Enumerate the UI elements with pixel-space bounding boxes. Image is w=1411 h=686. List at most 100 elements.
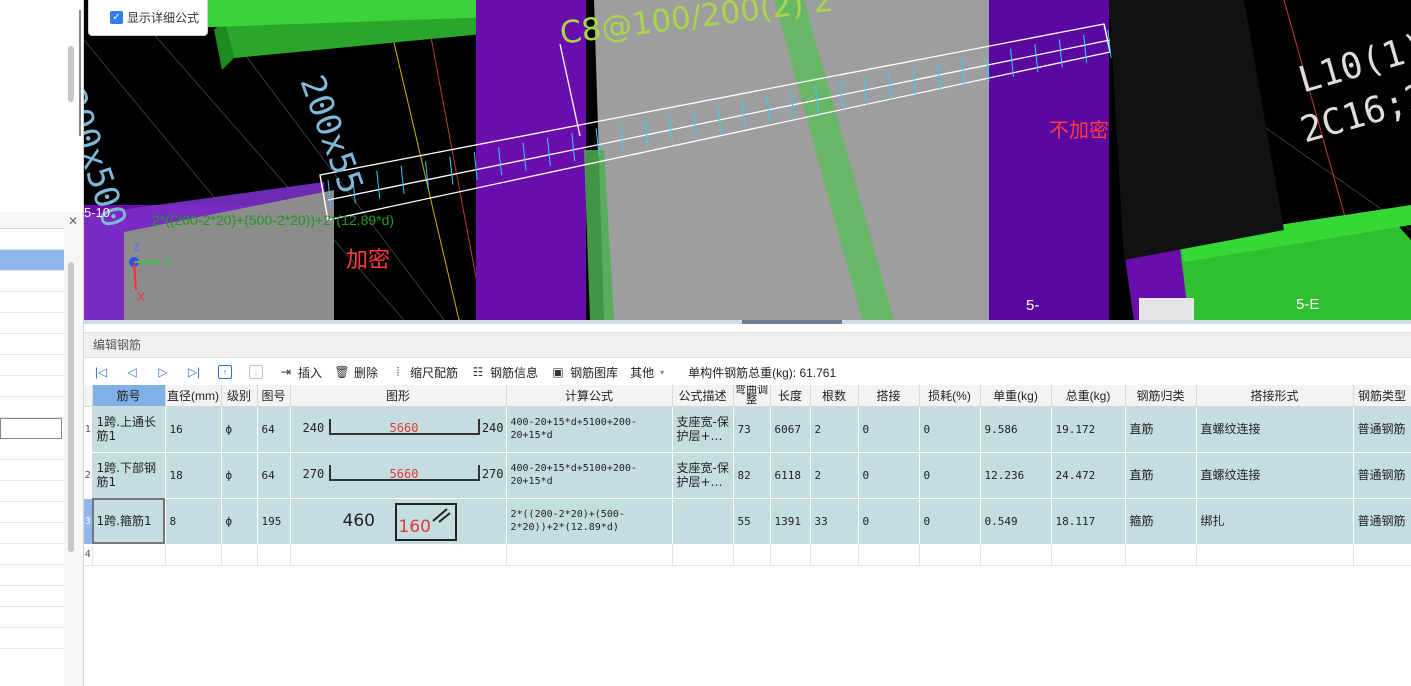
cell-lap-type[interactable]: 绑扎 [1196,498,1354,545]
other-menu-button[interactable]: 其他 ▾ [630,364,674,381]
col-header[interactable]: 公式描述 [672,385,734,407]
cell-lap[interactable]: 0 [858,406,920,453]
cell-formula[interactable]: 400-20+15*d+5100+200-20+15*d [506,452,673,499]
cell-name[interactable]: 1跨.下部钢筋1 [92,452,166,499]
delete-button[interactable]: 🗑 删除 [334,364,378,381]
table-row[interactable]: 2 1跨.下部钢筋1 18 ф 64 270 5660 270 400-20+1… [84,452,1411,499]
table-row-empty[interactable]: 4 [84,544,1411,566]
col-header[interactable]: 图形 [290,385,507,407]
col-header[interactable]: 直径(mm) [165,385,222,407]
cell-lap[interactable]: 0 [858,452,920,499]
move-up-icon[interactable]: ↑ [216,363,234,381]
cell-diameter[interactable]: 8 [165,498,222,545]
cell-total-weight[interactable]: 18.117 [1051,498,1126,545]
cell-category[interactable]: 直筋 [1125,406,1197,453]
cell-figure-no[interactable]: 64 [257,406,291,453]
col-header[interactable]: 根数 [810,385,859,407]
cell-count[interactable]: 2 [810,452,859,499]
list-item[interactable] [0,355,64,376]
cell-bend[interactable]: 55 [733,498,771,545]
cell-category[interactable]: 箍筋 [1125,498,1197,545]
cell-rebar-type[interactable]: 普通钢筋 [1353,498,1411,545]
scale-rebar-button[interactable]: ⦙ 缩尺配筋 [390,364,458,381]
cell-length[interactable]: 1391 [770,498,811,545]
cell-unit-weight[interactable]: 9.586 [980,406,1052,453]
list-item[interactable] [0,565,64,586]
col-header[interactable]: 总重(kg) [1051,385,1126,407]
cell-length[interactable]: 6118 [770,452,811,499]
col-header[interactable]: 计算公式 [506,385,673,407]
cell-grade[interactable]: ф [221,452,258,499]
cell-figure-no[interactable]: 64 [257,452,291,499]
last-record-icon[interactable]: ▷| [185,363,203,381]
cell-shape[interactable]: 270 5660 270 [290,452,507,499]
col-header[interactable]: 长度 [770,385,811,407]
cell-grade[interactable]: ф [221,498,258,545]
table-row[interactable]: 1 1跨.上通长筋1 16 ф 64 240 5660 240 400-20+1… [84,406,1411,453]
col-header[interactable]: 钢筋类型 [1353,385,1411,407]
col-header[interactable]: 搭接形式 [1196,385,1354,407]
cell-total-weight[interactable]: 19.172 [1051,406,1126,453]
cell-unit-weight[interactable]: 12.236 [980,452,1052,499]
empty-cell[interactable] [1196,544,1354,566]
list-item-selected[interactable] [0,250,64,271]
list-item[interactable] [0,292,64,313]
cell-unit-weight[interactable]: 0.549 [980,498,1052,545]
list-item[interactable] [0,544,64,565]
col-header[interactable]: 钢筋归类 [1125,385,1197,407]
cell-formula[interactable]: 400-20+15*d+5100+200-20+15*d [506,406,673,453]
list-item[interactable] [0,376,64,397]
empty-cell[interactable] [672,544,734,566]
cell-formula-desc[interactable] [672,498,734,545]
cell-formula[interactable]: 2*((200-2*20)+(500-2*20))+2*(12.89*d) [506,498,673,545]
cell-rebar-type[interactable]: 普通钢筋 [1353,452,1411,499]
cell-bend[interactable]: 82 [733,452,771,499]
list-item[interactable] [0,334,64,355]
empty-cell[interactable] [257,544,291,566]
col-header[interactable]: 搭接 [858,385,920,407]
list-item[interactable] [0,439,64,460]
move-down-icon[interactable]: ↓ [247,363,265,381]
cell-bend[interactable]: 73 [733,406,771,453]
list-item[interactable] [0,502,64,523]
close-icon[interactable]: ✕ [66,214,80,228]
cell-rebar-type[interactable]: 普通钢筋 [1353,406,1411,453]
list-item-edit[interactable] [0,418,62,439]
empty-cell[interactable] [1353,544,1411,566]
list-item[interactable] [0,271,64,292]
insert-button[interactable]: ⇥ 插入 [278,364,322,381]
col-header[interactable]: 单重(kg) [980,385,1052,407]
cell-length[interactable]: 6067 [770,406,811,453]
cell-count[interactable]: 33 [810,498,859,545]
rebar-library-button[interactable]: ▣ 钢筋图库 [550,364,618,381]
3d-viewport[interactable]: 200x500 200x55 C8@100/200(2) 2 加密 不加密 2*… [84,0,1411,320]
cell-formula-desc[interactable]: 支座宽-保护层+… [672,406,734,453]
cell-loss[interactable]: 0 [919,498,981,545]
list-item[interactable] [0,586,64,607]
cell-category[interactable]: 直筋 [1125,452,1197,499]
col-header[interactable]: 损耗(%) [919,385,981,407]
empty-cell[interactable] [1051,544,1126,566]
empty-cell[interactable] [733,544,771,566]
prev-record-icon[interactable]: ◁ [123,363,141,381]
empty-cell[interactable] [221,544,258,566]
cell-diameter[interactable]: 18 [165,452,222,499]
empty-cell[interactable] [165,544,222,566]
left-scrollbar[interactable] [68,262,74,552]
cell-formula-desc[interactable]: 支座宽-保护层+… [672,452,734,499]
list-item[interactable] [0,481,64,502]
list-item[interactable] [0,460,64,481]
next-record-icon[interactable]: ▷ [154,363,172,381]
rebar-info-button[interactable]: ☷ 钢筋信息 [470,364,538,381]
cell-lap[interactable]: 0 [858,498,920,545]
cell-name[interactable]: 1跨.箍筋1 [92,498,166,545]
list-item[interactable] [0,628,64,649]
list-item[interactable] [0,523,64,544]
empty-cell[interactable] [858,544,920,566]
cell-figure-no[interactable]: 195 [257,498,291,545]
list-item[interactable] [0,229,64,250]
cell-loss[interactable]: 0 [919,406,981,453]
empty-cell[interactable] [919,544,981,566]
empty-cell[interactable] [506,544,673,566]
cell-grade[interactable]: ф [221,406,258,453]
